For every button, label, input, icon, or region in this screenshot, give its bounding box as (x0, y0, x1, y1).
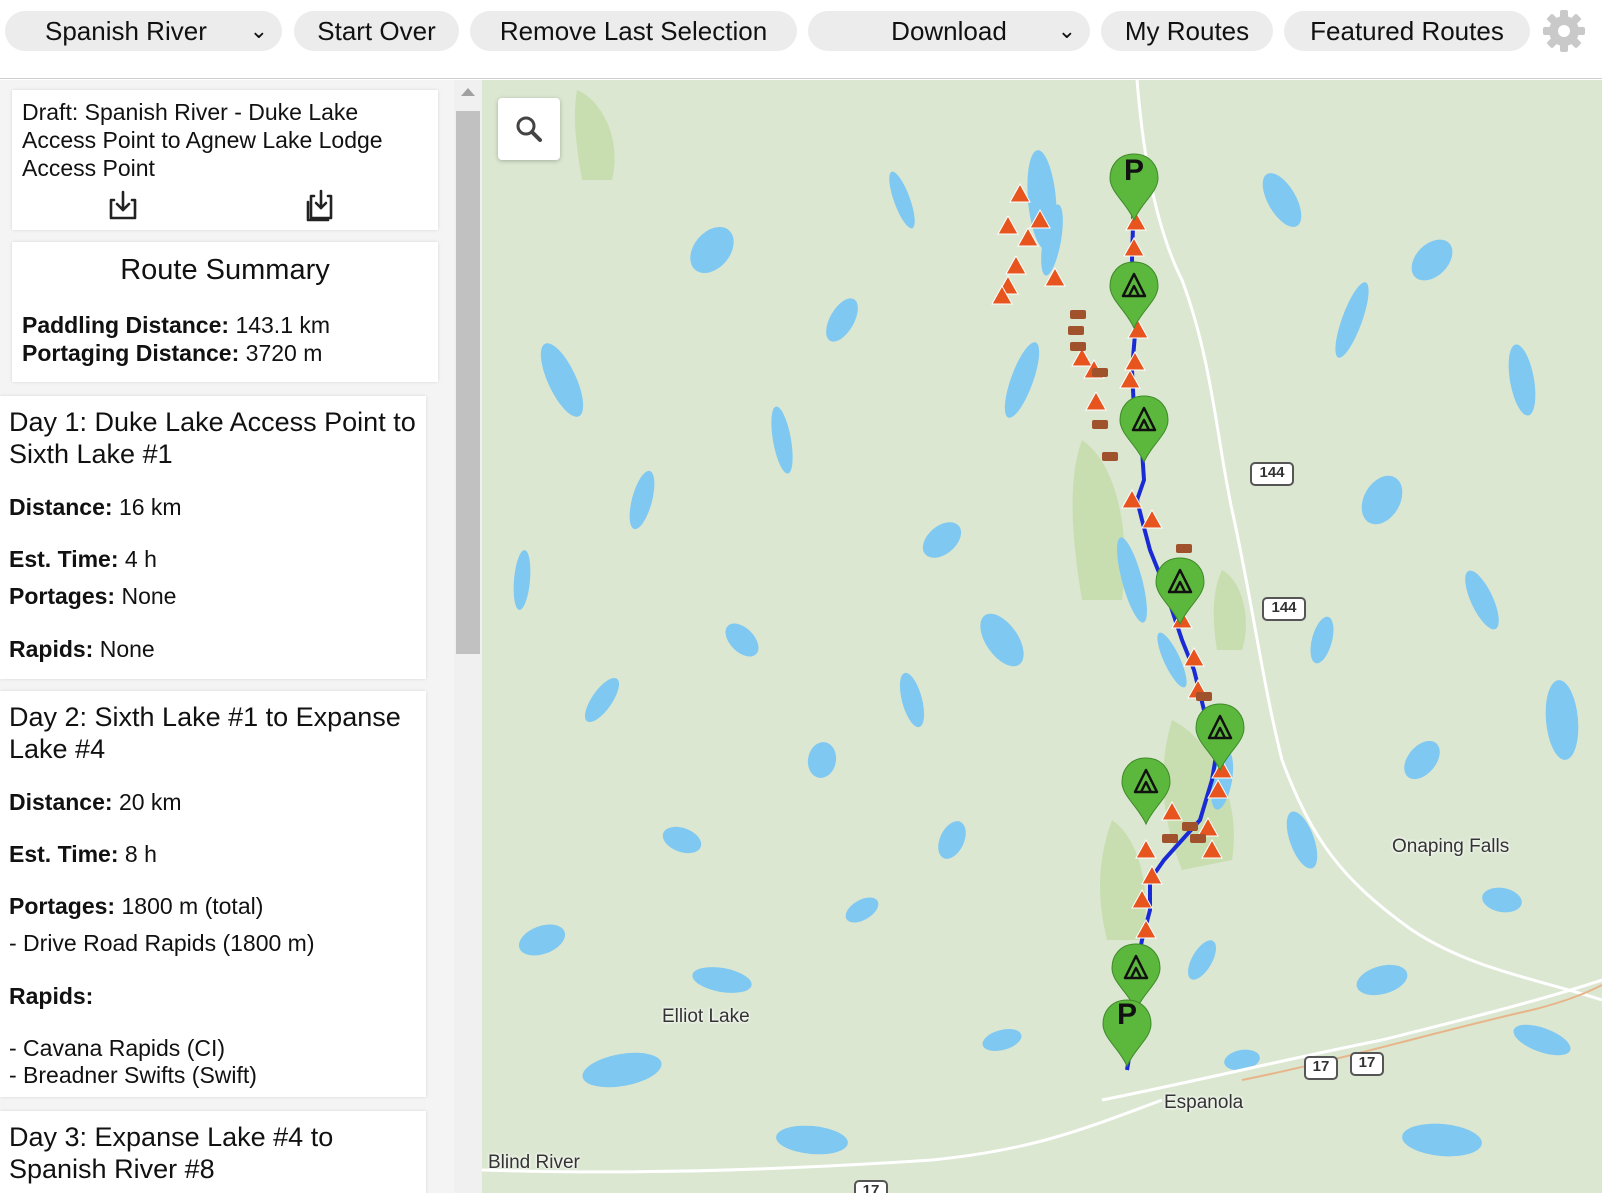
map-label-elliot-lake: Elliot Lake (662, 1006, 750, 1027)
day-rapids-value: None (99, 636, 155, 662)
highway-shield: 17 (854, 1180, 888, 1193)
day-time-label: Est. Time: (9, 546, 119, 572)
river-select[interactable]: Spanish River ⌄ (5, 11, 282, 51)
route-summary-card: Route Summary Paddling Distance: 143.1 k… (12, 242, 438, 382)
day-rapids: Rapids: (9, 983, 93, 1010)
day-rapids-label: Rapids: (9, 636, 94, 662)
river-select-label: Spanish River (45, 16, 207, 46)
rapid-item: - Breadner Swifts (Swift) (9, 1062, 257, 1088)
day-title: Day 3: Expanse Lake #4 to Spanish River … (9, 1122, 334, 1184)
paddling-distance-label: Paddling Distance: (22, 312, 230, 338)
sidebar-scrollbar[interactable] (454, 80, 482, 1193)
paddling-distance: Paddling Distance: 143.1 km (22, 312, 330, 339)
day-rapids-label: Rapids: (9, 983, 94, 1009)
highway-shield: 144 (1262, 597, 1306, 621)
portaging-distance: Portaging Distance: 3720 m (22, 340, 322, 367)
start-over-button[interactable]: Start Over (294, 11, 459, 51)
day-rapids: Rapids: None (9, 636, 155, 663)
day-portages-label: Portages: (9, 893, 116, 919)
day-card-2[interactable]: Day 2: Sixth Lake #1 to Expanse Lake #4 … (0, 691, 426, 1097)
day-time-value: 8 h (124, 841, 157, 867)
remove-last-selection-button[interactable]: Remove Last Selection (470, 11, 797, 51)
route-sidebar: Draft: Spanish River - Duke Lake Access … (0, 80, 482, 1193)
highway-shield: 144 (1250, 462, 1294, 486)
chevron-down-icon: ⌄ (1057, 18, 1076, 43)
end-access-point-label[interactable]: P (1113, 998, 1141, 1032)
draft-card: Draft: Spanish River - Duke Lake Access … (12, 90, 438, 230)
day-portages-value: None (121, 583, 177, 609)
map-base-layer (482, 80, 1602, 1174)
day-distance: Distance: 16 km (9, 494, 182, 521)
download-select[interactable]: Download ⌄ (808, 11, 1090, 51)
day-title: Day 1: Duke Lake Access Point to Sixth L… (9, 407, 416, 469)
day-portages-label: Portages: (9, 583, 116, 609)
download-select-label: Download (891, 16, 1007, 46)
day-time: Est. Time: 4 h (9, 546, 157, 573)
top-toolbar: Spanish River ⌄ Start Over Remove Last S… (0, 0, 1602, 79)
portage-item: - Drive Road Rapids (1800 m) (9, 930, 315, 956)
day-distance-value: 16 km (118, 494, 182, 520)
map-label-blind-river: Blind River (488, 1152, 580, 1173)
day-distance-value: 20 km (118, 789, 182, 815)
search-icon (516, 116, 542, 142)
featured-routes-button[interactable]: Featured Routes (1284, 11, 1530, 51)
day-distance-label: Distance: (9, 789, 113, 815)
route-summary-title: Route Summary (120, 254, 330, 286)
start-access-point-label[interactable]: P (1120, 154, 1148, 188)
gear-icon[interactable] (1541, 8, 1587, 54)
paddling-distance-value: 143.1 km (235, 312, 331, 338)
draft-title: Draft: Spanish River - Duke Lake Access … (22, 99, 383, 181)
day-distance: Distance: 20 km (9, 789, 182, 816)
map-view[interactable]: Onaping Falls Elliot Lake Espanola Blind… (482, 80, 1602, 1193)
highway-shield: 17 (1350, 1052, 1384, 1076)
map-label-onaping-falls: Onaping Falls (1392, 836, 1510, 857)
portaging-distance-label: Portaging Distance: (22, 340, 240, 366)
download-icon[interactable] (106, 188, 140, 222)
chevron-down-icon: ⌄ (249, 18, 268, 43)
day-portages: Portages: None (9, 583, 176, 610)
rapid-item: - Cavana Rapids (CI) (9, 1035, 226, 1061)
day-title: Day 2: Sixth Lake #1 to Expanse Lake #4 (9, 702, 401, 764)
scroll-up-arrow-icon[interactable] (461, 88, 475, 96)
day-portages-value: 1800 m (total) (121, 893, 264, 919)
day-time: Est. Time: 8 h (9, 841, 157, 868)
scrollbar-thumb[interactable] (456, 111, 480, 654)
day-time-label: Est. Time: (9, 841, 119, 867)
day-portages: Portages: 1800 m (total) (9, 893, 263, 920)
day-card-1[interactable]: Day 1: Duke Lake Access Point to Sixth L… (0, 396, 426, 679)
map-search-button[interactable] (498, 98, 560, 160)
day-distance-label: Distance: (9, 494, 113, 520)
day-card-3[interactable]: Day 3: Expanse Lake #4 to Spanish River … (0, 1111, 426, 1193)
portaging-distance-value: 3720 m (245, 340, 323, 366)
save-download-icon[interactable] (304, 188, 338, 222)
highway-shield: 17 (1304, 1056, 1338, 1080)
day-time-value: 4 h (124, 546, 157, 572)
my-routes-button[interactable]: My Routes (1101, 11, 1273, 51)
map-label-espanola: Espanola (1164, 1092, 1244, 1113)
